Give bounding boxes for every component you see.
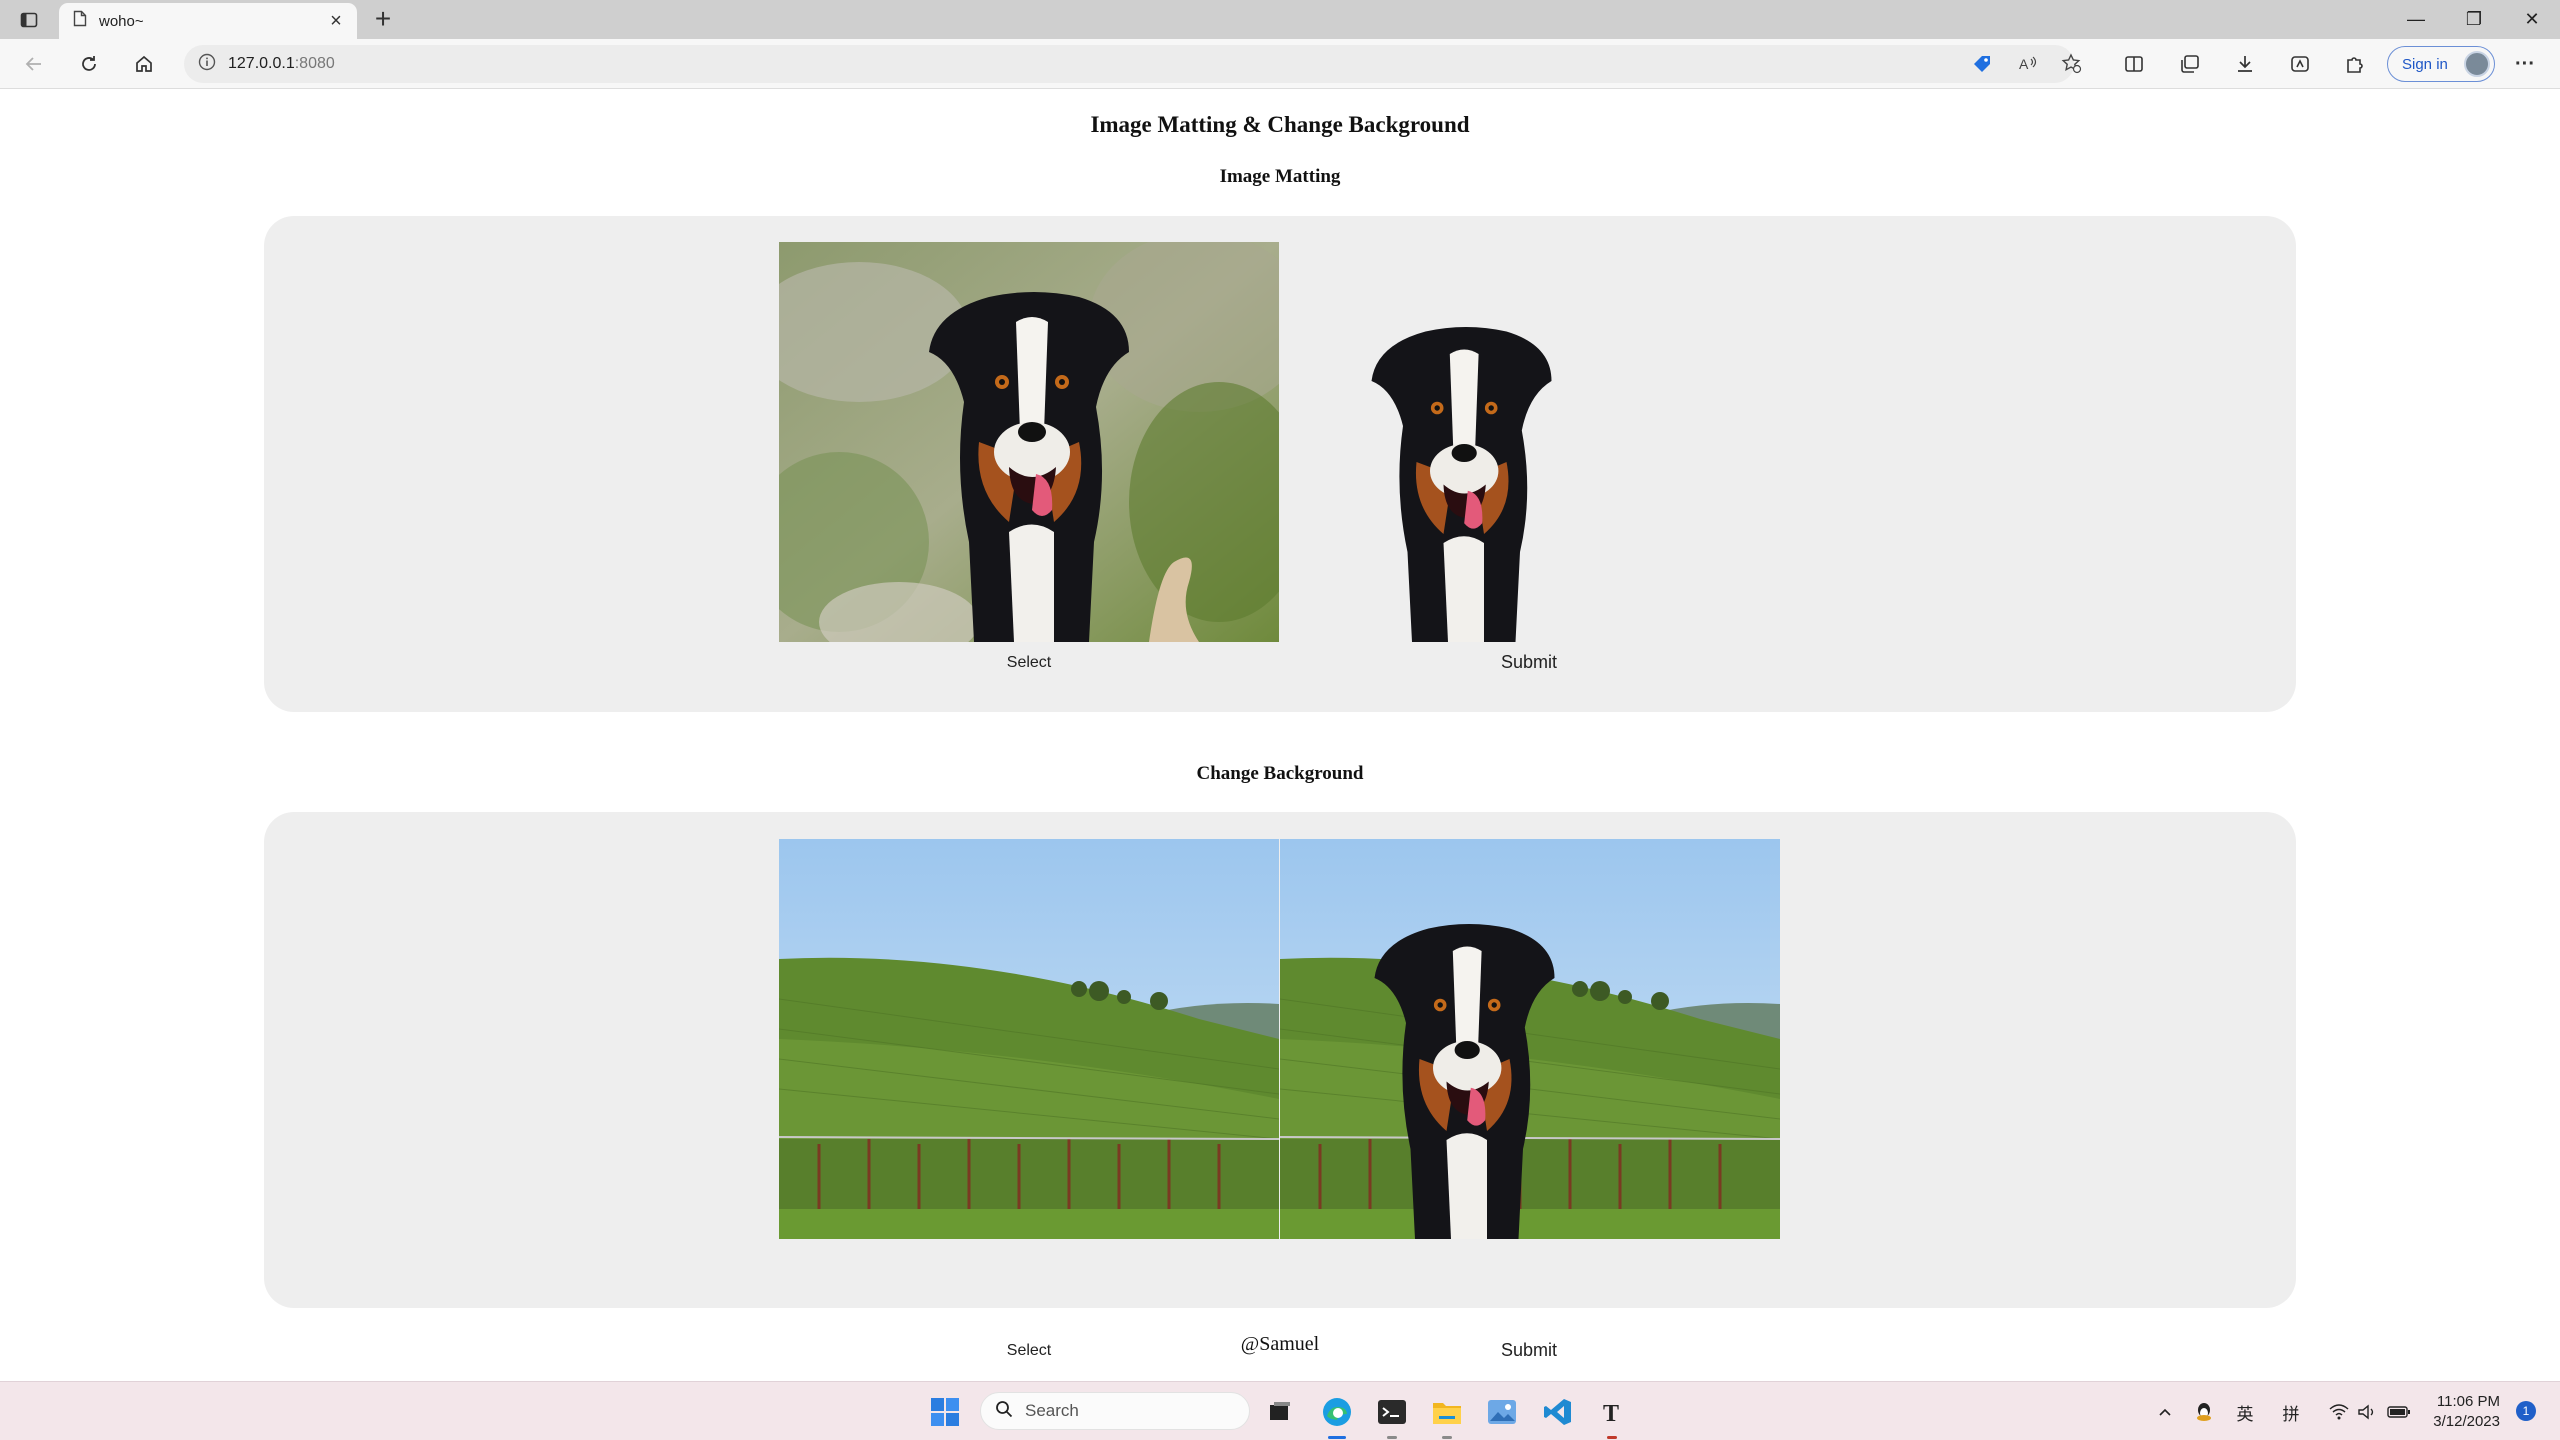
background-source-image (779, 839, 1279, 1239)
page-content: Image Matting & Change Background Image … (0, 89, 2560, 1381)
collections-icon[interactable] (2174, 48, 2206, 80)
url-text: 127.0.0.1:8080 (228, 55, 335, 73)
url-port: :8080 (294, 55, 335, 72)
background-heading: Change Background (1196, 763, 1364, 784)
tab-title: woho~ (99, 12, 144, 30)
battery-icon[interactable] (2384, 1394, 2414, 1430)
close-window-button[interactable]: ✕ (2504, 0, 2560, 39)
input-language-indicator[interactable]: 英 (2230, 1394, 2260, 1430)
matting-submit-button[interactable]: Submit (1279, 652, 1779, 673)
explorer-indicator (1442, 1436, 1452, 1439)
system-clock[interactable]: 11:06 PM 3/12/2023 (2424, 1392, 2500, 1432)
extensions-icon[interactable] (2339, 48, 2371, 80)
screenshot-icon[interactable] (2284, 48, 2316, 80)
matting-result-image (1279, 242, 1779, 642)
favorite-star-icon[interactable] (2056, 48, 2088, 80)
sign-in-label: Sign in (2402, 55, 2448, 73)
more-menu-icon[interactable]: ··· (2509, 48, 2541, 80)
windows-taskbar: Search T 英 拼 11:06 PM 3/12/2023 1 (0, 1381, 2560, 1440)
profile-avatar-icon (2464, 51, 2490, 77)
browser-tab[interactable]: woho~ × (59, 3, 357, 39)
matting-heading: Image Matting (1219, 166, 1341, 187)
home-icon[interactable] (128, 48, 160, 80)
restore-button[interactable]: ❐ (2446, 0, 2502, 39)
footer-credit: @Samuel (1240, 1333, 1320, 1355)
typora-indicator (1607, 1436, 1617, 1439)
start-windows-icon[interactable] (927, 1394, 963, 1430)
new-tab-button[interactable]: + (368, 5, 398, 35)
back-arrow-icon[interactable] (18, 48, 50, 80)
ime-mode-indicator[interactable]: 拼 (2276, 1394, 2306, 1430)
download-icon[interactable] (2229, 48, 2261, 80)
svg-text:T: T (1603, 1401, 1619, 1426)
matting-panel: Select Submit (264, 216, 2296, 712)
minimize-button[interactable]: — (2388, 0, 2444, 39)
tab-bar: woho~ × + — ❐ ✕ (0, 0, 2560, 39)
vscode-icon[interactable] (1540, 1394, 1576, 1430)
reload-icon[interactable] (73, 48, 105, 80)
address-bar[interactable]: 127.0.0.1:8080 (184, 45, 2074, 83)
search-icon (995, 1400, 1013, 1423)
close-tab-icon[interactable]: × (325, 10, 347, 33)
photos-icon[interactable] (1484, 1394, 1520, 1430)
clock-time: 11:06 PM (2436, 1393, 2500, 1410)
info-icon[interactable] (198, 53, 216, 76)
notification-badge[interactable]: 1 (2516, 1401, 2536, 1421)
matting-source-image (779, 242, 1279, 642)
browser-toolbar: 127.0.0.1:8080 A Sign in ··· (0, 39, 2560, 89)
edge-active-indicator (1328, 1436, 1346, 1439)
task-view-icon[interactable] (1262, 1394, 1298, 1430)
terminal-indicator (1387, 1436, 1397, 1439)
file-explorer-icon[interactable] (1429, 1394, 1465, 1430)
matting-select-button[interactable]: Select (779, 654, 1279, 672)
shopping-tag-icon[interactable] (1966, 48, 1998, 80)
volume-icon[interactable] (2354, 1394, 2380, 1430)
chevron-up-icon[interactable] (2152, 1394, 2178, 1430)
qq-penguin-icon[interactable] (2190, 1394, 2218, 1430)
search-label: Search (1025, 1401, 1079, 1420)
typora-icon[interactable]: T (1594, 1394, 1630, 1430)
terminal-icon[interactable] (1374, 1394, 1410, 1430)
sign-in-button[interactable]: Sign in (2387, 46, 2495, 82)
tab-actions-icon[interactable] (14, 6, 44, 34)
clock-date: 3/12/2023 (2433, 1413, 2500, 1430)
url-host: 127.0.0.1 (228, 55, 295, 72)
background-result-image (1280, 839, 1780, 1239)
taskbar-search[interactable]: Search (980, 1392, 1250, 1430)
read-aloud-icon[interactable]: A (2012, 48, 2044, 80)
page-icon (73, 10, 87, 32)
svg-text:A: A (2019, 56, 2029, 72)
background-panel: Select Submit (264, 812, 2296, 1360)
wifi-icon[interactable] (2326, 1394, 2352, 1430)
edge-browser-icon[interactable] (1319, 1394, 1355, 1430)
page-title: Image Matting & Change Background (1090, 112, 1470, 137)
split-screen-icon[interactable] (2118, 48, 2150, 80)
